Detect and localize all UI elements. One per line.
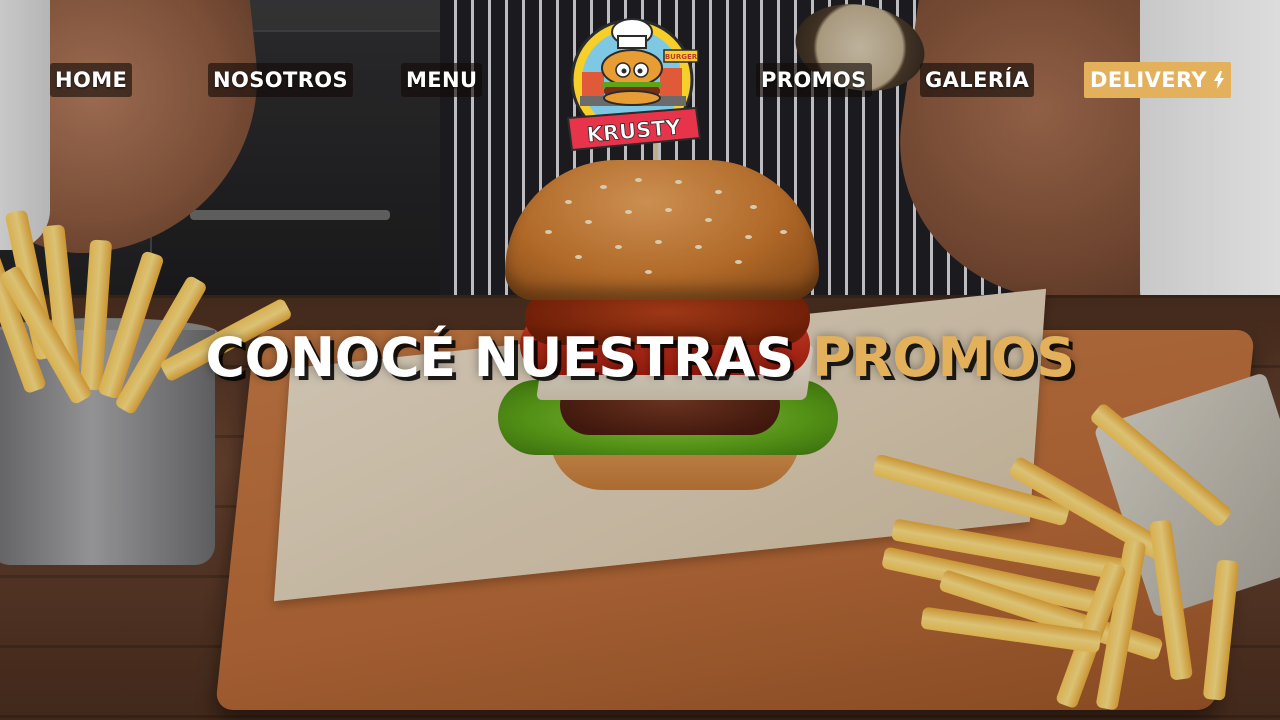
nav-link-galeria[interactable]: GALERÍA (920, 63, 1035, 97)
nav-link-nosotros[interactable]: NOSOTROS (208, 63, 354, 97)
delivery-button-label: DELIVERY (1090, 68, 1207, 92)
nav-link-home[interactable]: HOME (50, 63, 133, 97)
delivery-button[interactable]: DELIVERY (1084, 62, 1231, 98)
page: HOME NOSOTROS MENU PROMOS GALERÍA DELIVE… (0, 0, 1280, 720)
nav-link-promos[interactable]: PROMOS (756, 63, 872, 97)
nav-link-menu[interactable]: MENU (401, 63, 483, 97)
lightning-bolt-icon (1213, 64, 1225, 100)
hero-headline-accent: PROMOS (812, 326, 1075, 389)
logo-sign-text: BURGER (665, 53, 698, 61)
krusty-burger-logo[interactable]: BURGER KRUSTY (560, 10, 705, 160)
hero-headline-main: CONOCÉ NUESTRAS (205, 326, 813, 389)
hero-headline: CONOCÉ NUESTRAS PROMOS (0, 326, 1280, 389)
